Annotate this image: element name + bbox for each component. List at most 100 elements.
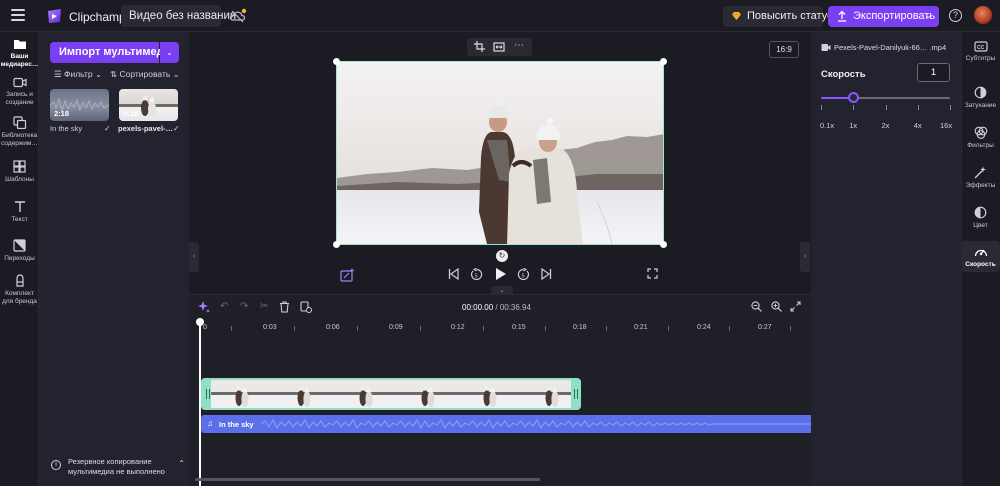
rail-item-record[interactable]: Запись и создание	[0, 77, 39, 106]
fullscreen-icon[interactable]	[647, 268, 658, 279]
skip-forward-icon[interactable]	[541, 268, 552, 280]
rail-item-media[interactable]: Ваши медиарес…	[0, 38, 39, 68]
playhead-handle[interactable]	[196, 318, 204, 326]
speed-tick	[853, 105, 855, 110]
tick-label: 0:03	[263, 324, 277, 331]
sort-button[interactable]: ⇅ Сортировать ⌄	[110, 69, 180, 80]
tool-label: Эффекты	[965, 182, 996, 189]
resize-handle[interactable]	[660, 241, 667, 248]
speed-slider-thumb[interactable]	[847, 92, 859, 103]
rail-item-templates[interactable]: Шаблоны	[0, 160, 39, 184]
filter-button[interactable]: ☰ Фильтр ⌄	[54, 69, 102, 80]
filter-icon: ☰	[54, 69, 62, 79]
selected-file: Pexels-Pavel-Danilyuk-66… .mp4	[821, 43, 946, 52]
speed-option-label[interactable]: 4x	[914, 121, 922, 130]
tick-mark	[545, 326, 546, 331]
duration-badge: 2:18	[54, 109, 70, 118]
tool-speed[interactable]: Скорость	[961, 241, 1000, 272]
audio-clip[interactable]	[201, 415, 811, 433]
music-note-icon: ♫	[207, 419, 213, 428]
sort-label: Сортировать	[119, 69, 171, 79]
rotate-icon[interactable]: ↻	[496, 250, 508, 262]
zoom-in-icon[interactable]	[771, 301, 782, 312]
tool-effects[interactable]: Эффекты	[961, 166, 1000, 189]
app-title: Clipchamp	[69, 10, 126, 24]
tool-label: Субтитры	[965, 55, 996, 62]
zoom-out-icon[interactable]	[751, 301, 762, 312]
redo-icon[interactable]: ↷	[240, 301, 248, 312]
avatar[interactable]	[974, 6, 992, 24]
export-button[interactable]: Экспортировать ⌄	[828, 6, 939, 27]
project-name-field[interactable]: Видео без названия	[121, 5, 236, 27]
split-scissors-icon[interactable]: ✂	[260, 301, 268, 312]
import-dropdown-button[interactable]: ⌄	[160, 42, 179, 63]
collapse-right-panel-icon[interactable]: ›	[800, 242, 810, 272]
backup-warning[interactable]: i Резервное копирование мультимедиа не в…	[51, 457, 185, 476]
forward-5s-icon[interactable]: 5	[517, 268, 530, 281]
rail-item-transitions[interactable]: Переходы	[0, 239, 39, 263]
fade-icon	[974, 86, 987, 99]
tool-color[interactable]: Цвет	[961, 206, 1000, 229]
speed-option-label[interactable]: 1x	[849, 121, 857, 130]
clip-trim-handle-left[interactable]	[203, 380, 211, 408]
speed-tick	[950, 105, 951, 110]
playhead[interactable]	[199, 321, 201, 486]
cloud-offline-icon[interactable]	[229, 8, 247, 24]
media-thumbnail-video[interactable]: 0:18	[119, 89, 178, 121]
media-item-name: pexels-pavel-…	[118, 124, 174, 133]
delete-icon[interactable]	[279, 301, 290, 313]
tick-mark	[790, 326, 791, 331]
preview-toolbar: ⋯	[467, 38, 532, 56]
tool-label: Скорость	[965, 261, 996, 268]
export-label: Экспортировать	[853, 10, 936, 22]
video-preview[interactable]	[336, 61, 664, 245]
tick-label: 0:06	[326, 324, 340, 331]
import-media-button[interactable]: Импорт мультимедиа	[50, 42, 176, 63]
collapse-left-panel-icon[interactable]: ‹	[189, 242, 199, 272]
more-options-icon[interactable]: ⋯	[514, 40, 524, 51]
current-time: 00:00.00	[462, 303, 494, 312]
upgrade-button[interactable]: Повысить статус	[723, 6, 833, 27]
rail-item-brand-kit[interactable]: Комплект для бренда	[0, 274, 39, 310]
rail-item-text[interactable]: Текст	[0, 200, 39, 224]
fit-icon[interactable]	[493, 42, 505, 52]
help-icon[interactable]: ?	[949, 9, 962, 22]
tick-label: 0:18	[573, 324, 587, 331]
tool-captions[interactable]: CC Субтитры	[961, 41, 1000, 62]
ai-sparkle-icon[interactable]	[198, 301, 210, 313]
rail-item-library[interactable]: Библиотека содержим…	[0, 116, 39, 147]
clip-trim-handle-right[interactable]	[571, 380, 579, 408]
resize-handle[interactable]	[333, 241, 340, 248]
top-bar: Clipchamp Видео без названия Повысить ст…	[0, 0, 1000, 32]
magic-edit-icon[interactable]	[340, 268, 355, 282]
menu-icon[interactable]	[11, 9, 25, 21]
rewind-5s-icon[interactable]: 5	[470, 268, 483, 281]
speed-option-label[interactable]: 0.1x	[820, 121, 834, 130]
duplicate-icon[interactable]	[300, 301, 312, 313]
audio-clip-label: In the sky	[219, 420, 254, 429]
rail-label: Переходы	[4, 255, 35, 262]
rail-label: Ваши медиарес…	[0, 53, 39, 68]
undo-icon[interactable]: ↶	[220, 301, 228, 312]
time-ruler[interactable]	[200, 320, 811, 334]
speed-value-input[interactable]: 1	[917, 63, 950, 82]
resize-handle[interactable]	[333, 58, 340, 65]
chevron-down-icon: ⌄	[94, 69, 103, 79]
aspect-ratio-button[interactable]: 16:9	[769, 41, 799, 58]
speed-tick	[917, 105, 919, 110]
upload-icon	[838, 10, 846, 22]
crop-icon[interactable]	[474, 41, 485, 52]
video-frame-image	[337, 62, 663, 244]
video-clip[interactable]	[201, 378, 581, 410]
tool-fade[interactable]: Затухание	[961, 86, 1000, 109]
resize-handle[interactable]	[660, 58, 667, 65]
media-thumbnail-audio[interactable]: 2:18	[50, 89, 109, 121]
speed-option-label[interactable]: 16x	[940, 121, 952, 130]
skip-back-icon[interactable]	[448, 268, 459, 280]
fit-timeline-icon[interactable]	[790, 301, 801, 312]
play-icon[interactable]	[494, 267, 507, 281]
tool-filters[interactable]: Фильтры	[961, 126, 1000, 149]
timeline-scrollbar[interactable]	[195, 478, 540, 481]
transitions-icon	[13, 239, 26, 252]
speed-option-label[interactable]: 2x	[882, 121, 890, 130]
